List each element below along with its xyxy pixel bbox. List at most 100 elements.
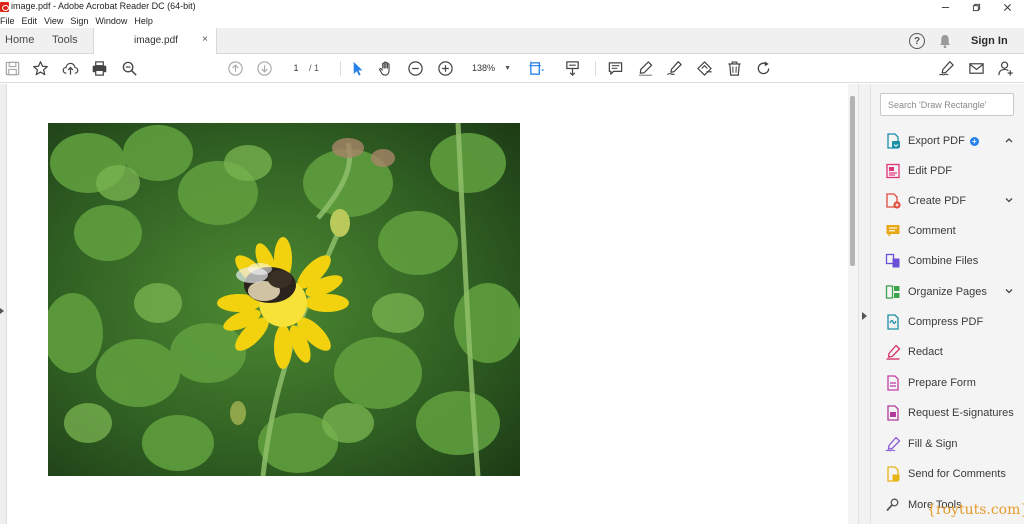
bookmark-star-icon[interactable] <box>31 59 50 78</box>
compress-pdf-icon <box>887 314 899 330</box>
tool-label: Create PDF <box>908 195 967 207</box>
zoom-level-dropdown[interactable]: 138% ▼ <box>468 60 514 77</box>
highlight-icon[interactable] <box>636 59 655 78</box>
title-bar: image.pdf - Adobe Acrobat Reader DC (64-… <box>0 0 1024 14</box>
tab-tools[interactable]: Tools <box>52 34 78 46</box>
tab-document-label: image.pdf <box>134 35 178 46</box>
menu-view[interactable]: View <box>44 16 63 26</box>
tool-request-esignatures[interactable]: Request E-signatures <box>885 402 1023 424</box>
menu-edit[interactable]: Edit <box>22 16 38 26</box>
chevron-down-icon[interactable] <box>1005 287 1013 295</box>
sign-icon[interactable] <box>937 59 956 78</box>
prev-page-icon[interactable] <box>226 59 245 78</box>
tool-combine-files[interactable]: Combine Files <box>885 250 1023 272</box>
notifications-bell-icon[interactable] <box>937 33 953 49</box>
menu-window[interactable]: Window <box>95 16 127 26</box>
main-toolbar: 1 / 1 138% ▼ <box>0 54 1024 83</box>
save-icon[interactable] <box>3 59 22 78</box>
request-esign-icon <box>887 405 899 421</box>
tab-close-button[interactable]: × <box>202 34 208 45</box>
tool-redact[interactable]: Redact <box>885 341 1023 363</box>
comment-tool-icon <box>886 225 900 237</box>
restore-button[interactable] <box>961 0 991 14</box>
tool-label: Compress PDF <box>908 316 984 328</box>
page-number-input[interactable]: 1 <box>286 61 306 76</box>
rotate-icon[interactable] <box>754 59 773 78</box>
tab-document[interactable]: image.pdf × <box>93 28 217 54</box>
zoom-out-icon[interactable] <box>406 59 425 78</box>
select-cursor-icon[interactable] <box>348 59 367 78</box>
redact-icon <box>886 344 901 360</box>
chevron-up-icon[interactable] <box>1005 136 1013 144</box>
stamp-icon[interactable] <box>695 59 714 78</box>
tool-prepare-form[interactable]: Prepare Form <box>885 372 1023 394</box>
tab-bar: Home Tools image.pdf × ? Sign In <box>0 28 1024 54</box>
menu-file[interactable]: File <box>0 16 15 26</box>
tool-label: Request E-signatures <box>908 407 1014 419</box>
search-zoom-icon[interactable] <box>120 59 139 78</box>
next-page-icon[interactable] <box>255 59 274 78</box>
photo-illustration <box>48 123 520 476</box>
tool-label: Send for Comments <box>908 468 1006 480</box>
share-user-icon[interactable] <box>996 59 1015 78</box>
document-scrollbar[interactable] <box>848 84 858 524</box>
menu-bar: File Edit View Sign Window Help <box>0 14 1024 28</box>
fit-page-icon[interactable] <box>527 59 546 78</box>
delete-icon[interactable] <box>725 59 744 78</box>
tool-label: Edit PDF <box>908 165 953 177</box>
scroll-mode-icon[interactable] <box>563 59 582 78</box>
window-title: image.pdf - Adobe Acrobat Reader DC (64-… <box>11 1 196 11</box>
print-icon[interactable] <box>90 59 109 78</box>
export-pdf-icon <box>887 133 900 149</box>
page-total: / 1 <box>309 63 320 73</box>
tool-fill-sign[interactable]: Fill & Sign <box>885 433 1023 455</box>
tool-comment[interactable]: Comment <box>885 220 1023 242</box>
zoom-in-icon[interactable] <box>436 59 455 78</box>
close-icon <box>1003 3 1011 11</box>
tool-label: Redact <box>908 346 943 358</box>
organize-pages-icon <box>885 285 900 299</box>
tool-label: Prepare Form <box>908 377 976 389</box>
help-icon[interactable]: ? <box>909 33 925 49</box>
menu-sign[interactable]: Sign <box>70 16 88 26</box>
email-icon[interactable] <box>967 59 986 78</box>
edit-pdf-icon <box>886 163 900 179</box>
toolbar-divider <box>340 61 341 76</box>
comment-icon[interactable] <box>606 59 625 78</box>
fill-sign-icon <box>885 436 901 452</box>
tool-edit-pdf[interactable]: Edit PDF <box>885 160 1023 182</box>
right-pane-toggle[interactable] <box>858 84 871 524</box>
zoom-level-value: 138% <box>472 63 496 73</box>
hand-icon[interactable] <box>377 59 396 78</box>
combine-files-icon <box>885 253 900 268</box>
tool-label: Fill & Sign <box>908 438 958 450</box>
add-icon: + <box>969 136 979 146</box>
minimize-button[interactable] <box>930 0 960 14</box>
tools-search-input[interactable]: Search 'Draw Rectangle' <box>880 93 1014 116</box>
prepare-form-icon <box>887 375 899 391</box>
collapse-right-pane-icon[interactable] <box>862 312 867 320</box>
bee-on-flower-image <box>48 123 520 476</box>
minimize-icon <box>941 6 949 8</box>
tool-compress-pdf[interactable]: Compress PDF <box>885 311 1023 333</box>
tool-send-for-comments[interactable]: Send for Comments <box>885 463 1023 485</box>
tool-organize-pages[interactable]: Organize Pages <box>885 281 1023 303</box>
watermark-text: {roytuts.com} <box>927 502 1024 518</box>
draw-icon[interactable] <box>665 59 684 78</box>
tool-label: Organize Pages <box>908 286 987 298</box>
tool-create-pdf[interactable]: Create PDF <box>885 190 1023 212</box>
create-pdf-icon <box>886 193 901 209</box>
tab-home[interactable]: Home <box>5 34 34 46</box>
sign-in-button[interactable]: Sign In <box>971 35 1008 47</box>
tools-pane: Search 'Draw Rectangle' Export PDF + Edi… <box>871 84 1024 524</box>
close-window-button[interactable] <box>992 0 1022 14</box>
menu-help[interactable]: Help <box>134 16 153 26</box>
scroll-thumb[interactable] <box>850 96 855 266</box>
chevron-down-icon: ▼ <box>504 65 511 72</box>
upload-cloud-icon[interactable] <box>61 59 80 78</box>
restore-icon <box>972 3 980 11</box>
tool-export-pdf[interactable]: Export PDF + <box>885 130 1023 152</box>
expand-left-pane-icon[interactable] <box>0 308 4 314</box>
left-pane-collapsed[interactable] <box>0 84 7 524</box>
chevron-down-icon[interactable] <box>1005 196 1013 204</box>
